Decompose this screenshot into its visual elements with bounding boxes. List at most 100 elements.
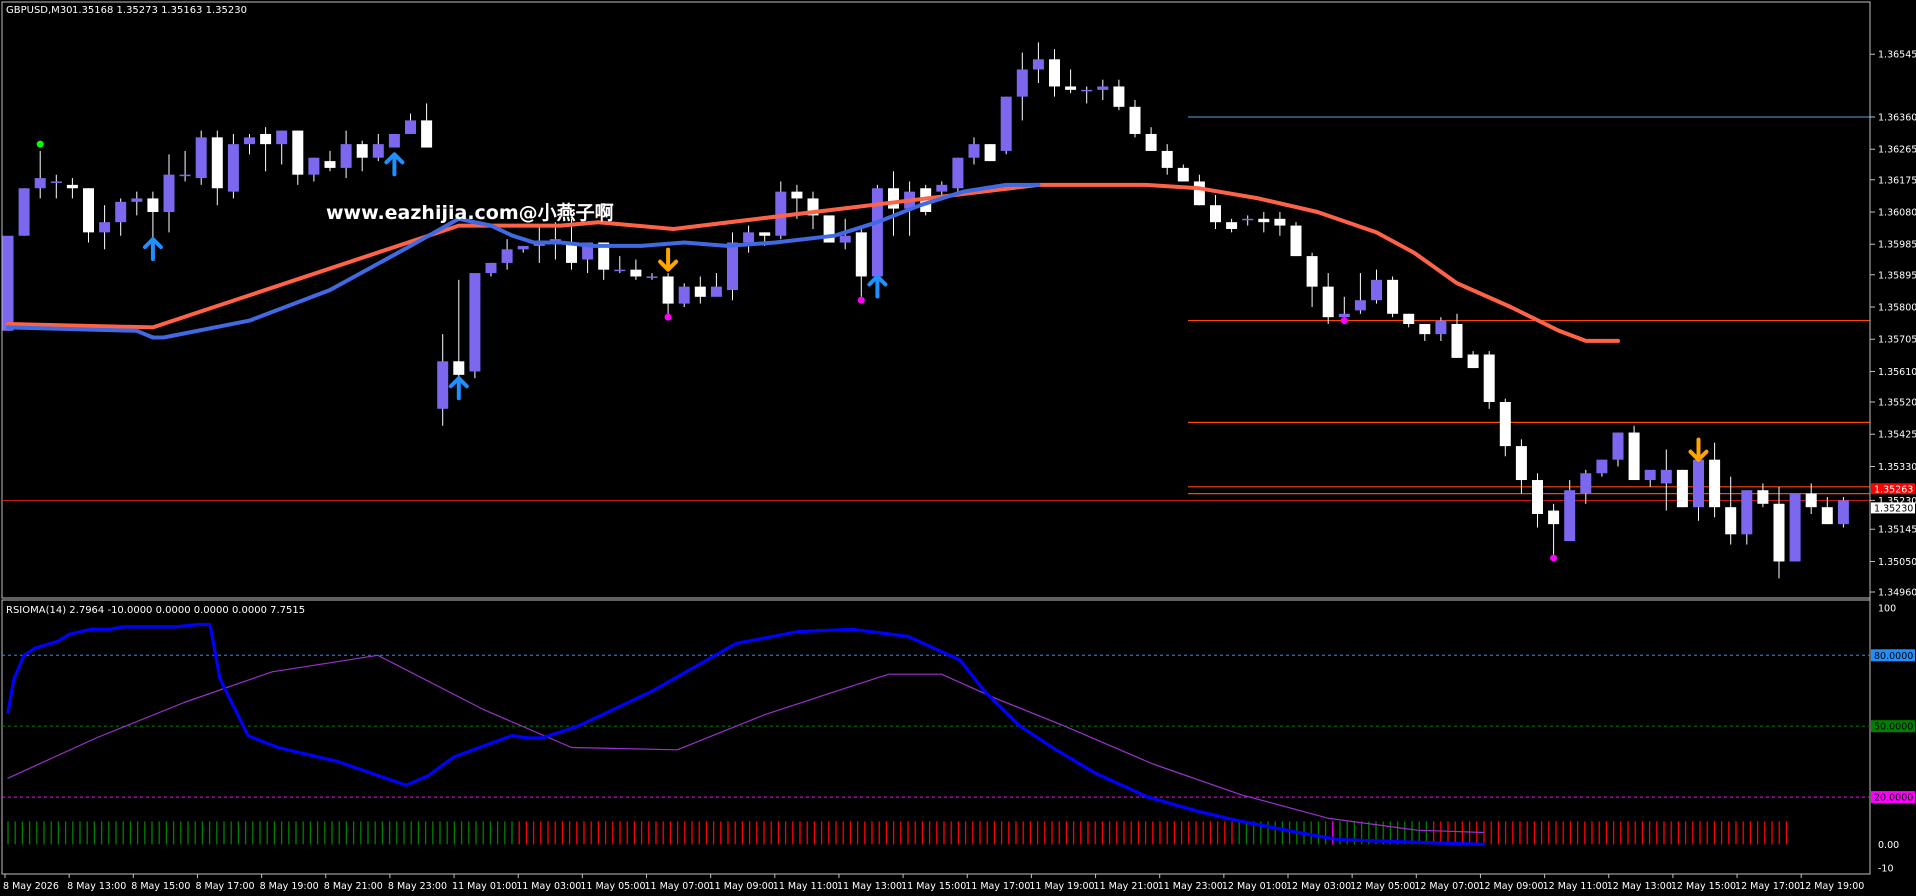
time-tick-label: 12 May 17:00 bbox=[1735, 881, 1800, 892]
candle-body bbox=[1113, 86, 1125, 107]
candle-body bbox=[469, 273, 481, 372]
candle-body bbox=[115, 201, 127, 223]
candle-body bbox=[1242, 218, 1254, 221]
candle-body bbox=[871, 188, 883, 277]
candle-body bbox=[179, 174, 191, 177]
buy-arrow-icon bbox=[448, 376, 469, 401]
candle-body bbox=[485, 262, 497, 274]
time-tick-label: 11 May 13:00 bbox=[837, 881, 902, 892]
price-tick-label: 1.36545 bbox=[1878, 50, 1916, 61]
signal-dot-magenta bbox=[1550, 554, 1558, 562]
time-tick-label: 11 May 05:00 bbox=[580, 881, 645, 892]
arrow-shape bbox=[658, 247, 679, 272]
signal-dot-magenta bbox=[857, 296, 865, 304]
price-tick-label: 1.36080 bbox=[1878, 208, 1916, 219]
candle-body bbox=[1161, 150, 1173, 168]
buy-arrow-icon bbox=[384, 152, 405, 177]
signal-dot-magenta bbox=[1340, 317, 1348, 325]
candle-body bbox=[50, 181, 62, 183]
signal-dot-magenta bbox=[664, 313, 672, 321]
rsioma-line bbox=[6, 622, 1486, 846]
candle-body bbox=[1371, 279, 1382, 301]
candle-body bbox=[372, 144, 384, 158]
candle-body bbox=[1049, 59, 1060, 87]
candle-body bbox=[694, 286, 706, 297]
time-tick-label: 11 May 03:00 bbox=[516, 881, 581, 892]
candle-body bbox=[952, 157, 964, 189]
candle-body bbox=[1580, 473, 1592, 494]
time-tick-label: 8 May 2026 bbox=[3, 881, 59, 892]
candle-body bbox=[517, 245, 529, 250]
arrow-shape bbox=[384, 152, 405, 177]
candle-body bbox=[1483, 354, 1495, 402]
candle-body bbox=[437, 361, 449, 409]
indicator-level-label: 50.0000 bbox=[1874, 722, 1913, 733]
candle-body bbox=[83, 188, 94, 233]
chart-canvas: GBPUSD,M30 1.35168 1.35273 1.35163 1.352… bbox=[1, 1, 1916, 892]
candle-body bbox=[1693, 459, 1704, 508]
candle-body bbox=[1499, 402, 1511, 447]
price-tick-label: 1.36175 bbox=[1878, 175, 1916, 186]
time-tick-label: 11 May 01:00 bbox=[452, 881, 517, 892]
arrow-shape bbox=[448, 376, 469, 401]
candle-body bbox=[1354, 300, 1366, 311]
price-tick-label: 1.35895 bbox=[1878, 270, 1916, 281]
price-tick-label: 1.35425 bbox=[1878, 430, 1916, 441]
candle-body bbox=[260, 133, 272, 145]
candle-body bbox=[227, 144, 239, 192]
candle-body bbox=[1628, 432, 1640, 481]
time-axis: 8 May 2026 8 May 13:00 8 May 15:00 8 May 17… bbox=[3, 874, 1864, 892]
candle-body bbox=[1387, 279, 1399, 314]
indicator-axis: 100 0.00 -10 80.0000 50.0000 20.0000 bbox=[1871, 604, 1915, 875]
candle-body bbox=[1612, 432, 1624, 460]
time-tick-label: 12 May 01:00 bbox=[1222, 881, 1287, 892]
indicator-tick-label: -10 bbox=[1878, 864, 1894, 875]
candle-body bbox=[646, 276, 658, 278]
price-flag-red-label: 1.35263 bbox=[1874, 485, 1913, 496]
time-tick-label: 11 May 19:00 bbox=[1029, 881, 1094, 892]
candle-body bbox=[1435, 320, 1447, 335]
price-tick-label: 1.35145 bbox=[1878, 525, 1916, 536]
time-tick-label: 12 May 09:00 bbox=[1478, 881, 1543, 892]
time-tick-label: 8 May 17:00 bbox=[195, 881, 254, 892]
indicator-level-label: 20.0000 bbox=[1874, 793, 1913, 804]
time-tick-label: 12 May 07:00 bbox=[1414, 881, 1479, 892]
candle-body bbox=[1741, 490, 1753, 535]
candle-body bbox=[1467, 354, 1479, 369]
candle-body bbox=[292, 130, 304, 175]
candle-body bbox=[727, 242, 738, 291]
time-tick-label: 11 May 15:00 bbox=[901, 881, 966, 892]
indicator-header: RSIOMA(14) 2.7964 -10.0000 0.0000 0.0000… bbox=[6, 605, 305, 616]
candle-body bbox=[1451, 323, 1463, 358]
candle-body bbox=[1789, 493, 1801, 562]
candle-body bbox=[501, 249, 513, 263]
candle-body bbox=[1532, 480, 1543, 514]
time-tick-label: 11 May 17:00 bbox=[965, 881, 1030, 892]
current-price-label: 1.35230 bbox=[1874, 503, 1913, 514]
candle-body bbox=[163, 174, 175, 212]
candle-body bbox=[968, 144, 980, 158]
candle-body bbox=[34, 178, 46, 189]
candle-body bbox=[855, 232, 867, 277]
buy-arrow-icon bbox=[142, 237, 163, 262]
price-tick-label: 1.35800 bbox=[1878, 303, 1916, 314]
main-header-symbol: GBPUSD,M30 bbox=[6, 5, 73, 16]
main-price-pane: GBPUSD,M30 1.35168 1.35273 1.35163 1.352… bbox=[1, 1, 1871, 599]
sell-arrow-icon bbox=[1688, 437, 1709, 462]
candle-body bbox=[147, 198, 159, 212]
candle-body bbox=[710, 286, 722, 297]
candle-body bbox=[614, 269, 626, 272]
time-tick-label: 8 May 13:00 bbox=[67, 881, 126, 892]
candle-body bbox=[1306, 256, 1318, 287]
candle-body bbox=[453, 361, 465, 375]
candle-body bbox=[743, 232, 755, 243]
candle-body bbox=[1773, 503, 1785, 562]
price-tick-label: 1.34960 bbox=[1878, 588, 1916, 599]
candle-body bbox=[405, 120, 416, 134]
time-tick-label: 12 May 13:00 bbox=[1607, 881, 1672, 892]
candle-body bbox=[131, 198, 143, 202]
price-tick-label: 1.35985 bbox=[1878, 240, 1916, 251]
candle-body bbox=[984, 144, 996, 162]
candle-body bbox=[1016, 69, 1028, 97]
time-tick-label: 8 May 21:00 bbox=[324, 881, 383, 892]
